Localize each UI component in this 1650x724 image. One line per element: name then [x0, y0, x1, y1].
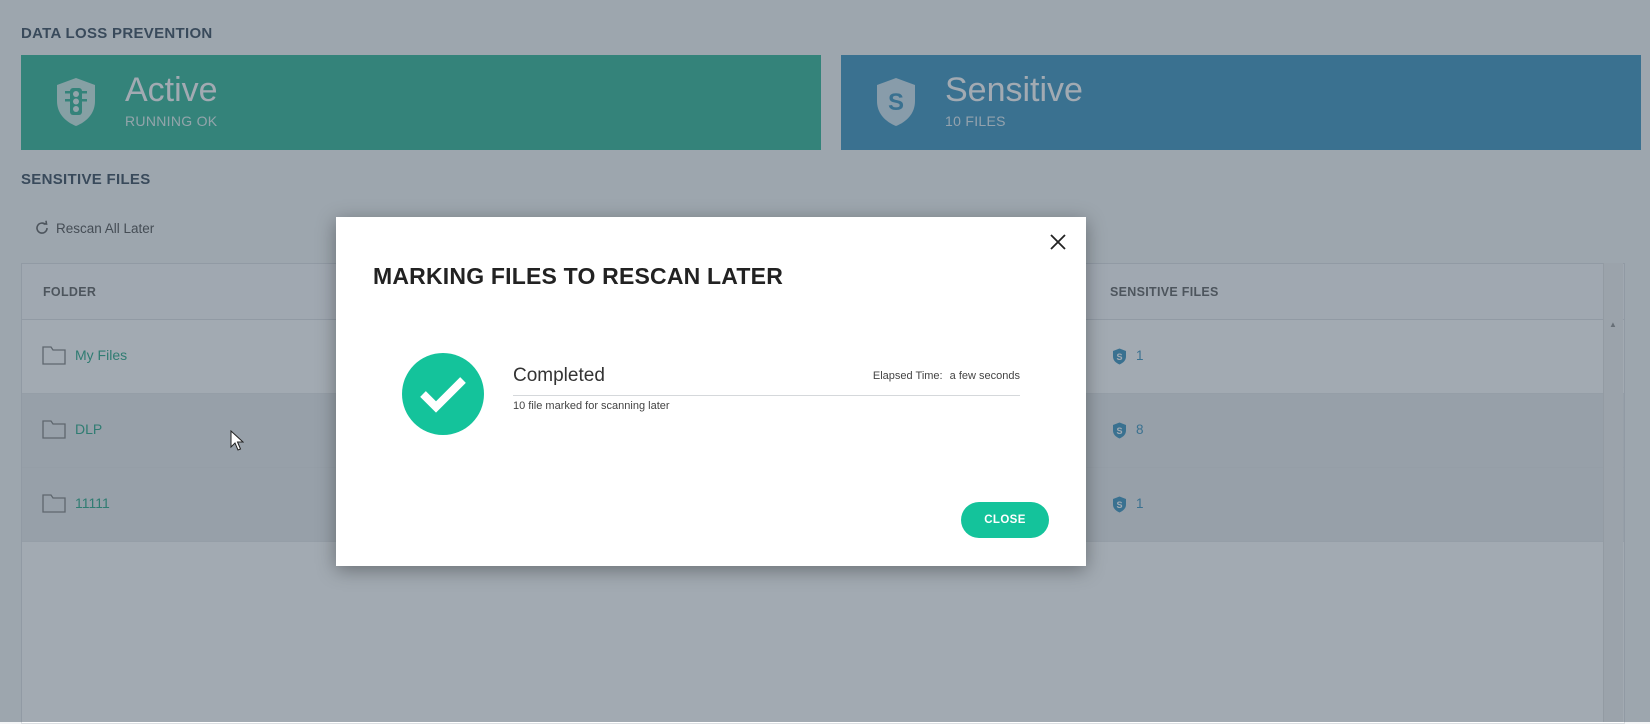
elapsed-time-value: a few seconds: [949, 370, 1020, 382]
elapsed-time-label: Elapsed Time:: [872, 370, 943, 382]
mouse-pointer-icon: [230, 430, 244, 451]
checkmark-icon: [420, 377, 466, 413]
dialog-title: MARKING FILES TO RESCAN LATER: [373, 263, 784, 289]
status-title: Completed: [513, 365, 605, 386]
close-button[interactable]: CLOSE: [961, 502, 1049, 538]
success-check-icon: [402, 353, 484, 435]
status-divider: [513, 395, 1020, 396]
close-icon[interactable]: [1049, 233, 1067, 251]
rescan-later-dialog: MARKING FILES TO RESCAN LATER Completed …: [336, 217, 1086, 566]
elapsed-time: Elapsed Time: a few seconds: [873, 370, 1020, 382]
status-message: 10 file marked for scanning later: [513, 400, 670, 412]
